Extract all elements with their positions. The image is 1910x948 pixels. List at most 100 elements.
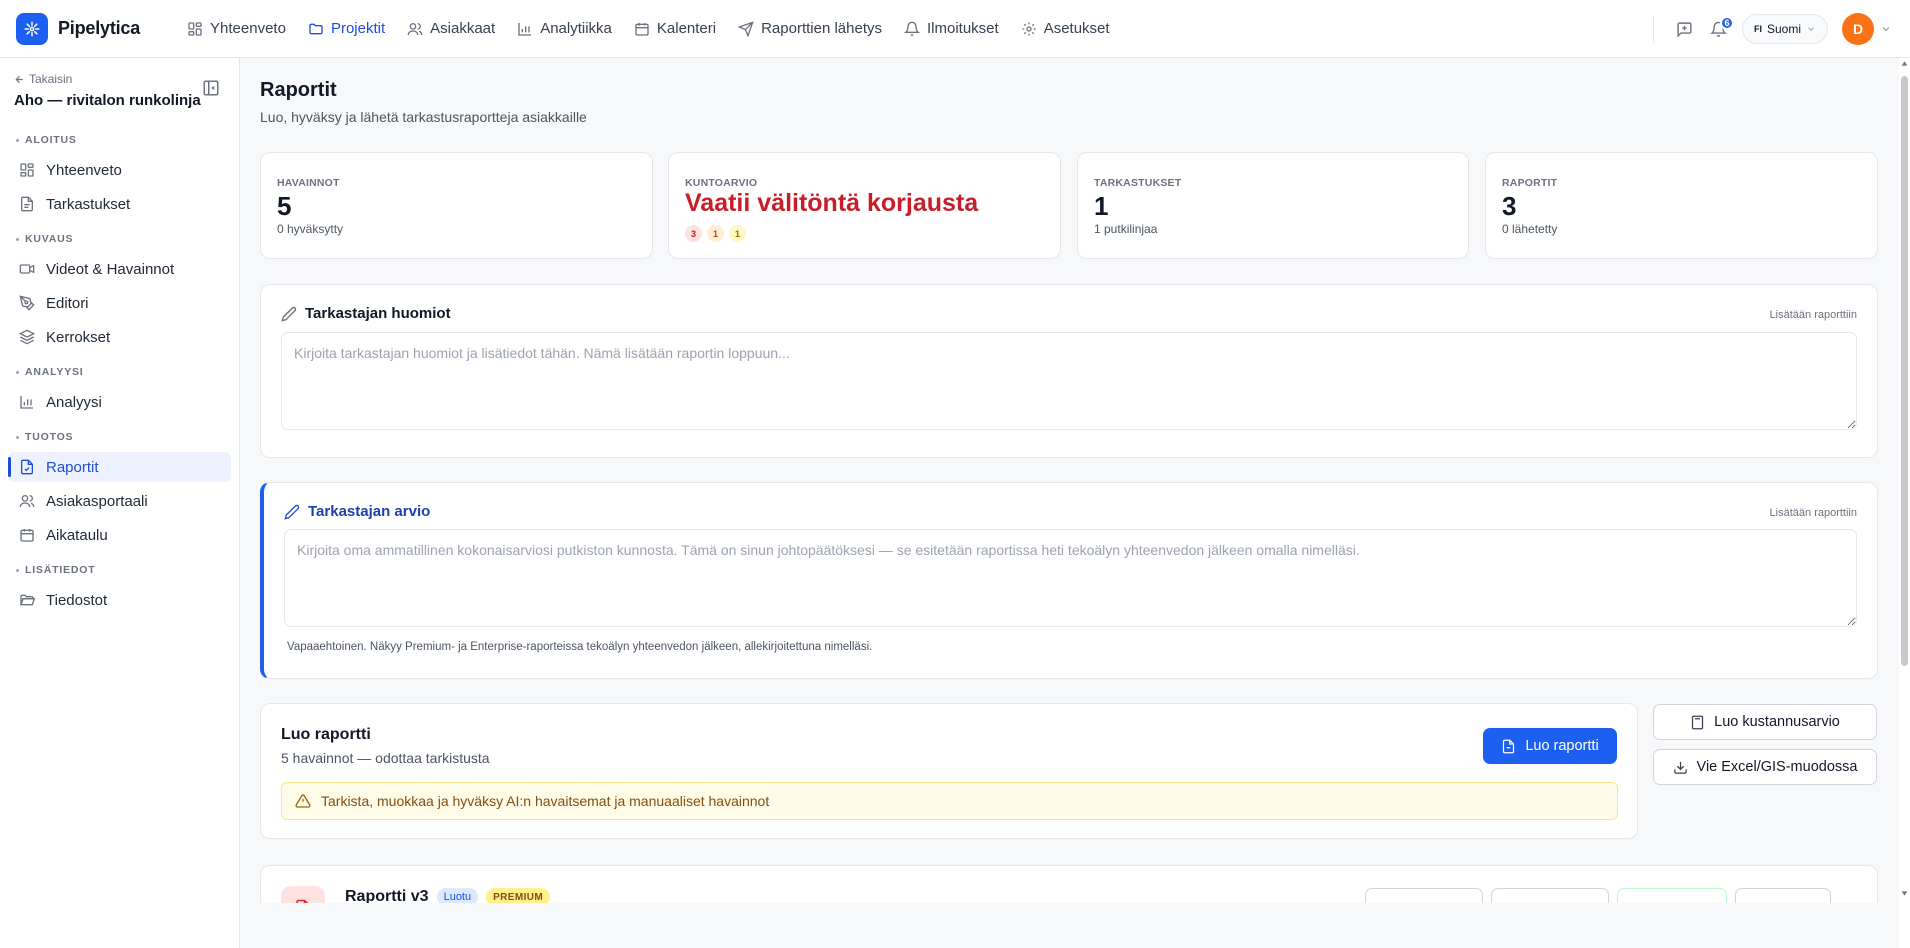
- cost-estimate-label: Luo kustannusarvio: [1714, 714, 1840, 730]
- create-report-status: 5 havainnot — odottaa tarkistusta: [281, 750, 490, 766]
- nav-item-projektit[interactable]: Projektit: [297, 0, 396, 58]
- inspector-notes-textarea[interactable]: [281, 332, 1857, 430]
- main-content: Raportit Luo, hyväksy ja lähetä tarkastu…: [241, 58, 1910, 948]
- stat-value: 3: [1502, 191, 1517, 221]
- sidebar-item-aikataulu[interactable]: Aikataulu: [8, 520, 231, 550]
- section-aloitus: ALOITUS: [16, 134, 77, 146]
- back-link[interactable]: Takaisin: [14, 72, 72, 86]
- feedback-button[interactable]: [1668, 12, 1702, 46]
- folder-open-icon: [20, 594, 35, 606]
- video-icon: [19, 264, 35, 274]
- stat-subtext: 0 hyväksytty: [277, 222, 344, 236]
- nav-item-ilmoitukset[interactable]: Ilmoitukset: [893, 0, 1010, 58]
- notes-hint: Lisätään raporttiin: [1769, 309, 1857, 321]
- sidebar-item-analyysi[interactable]: Analyysi: [8, 387, 231, 417]
- create-report-title: Luo raportti: [281, 726, 371, 743]
- scroll-up-icon[interactable]: [1901, 60, 1908, 67]
- sidebar-item-label: Aikataulu: [46, 526, 108, 544]
- calendar-icon: [635, 22, 649, 36]
- notifications-button[interactable]: 6: [1702, 12, 1736, 46]
- main-nav: Yhteenveto Projektit Asiakkaat Analytiik…: [176, 0, 1121, 58]
- nav-label: Asetukset: [1043, 20, 1110, 37]
- calculator-icon: [1692, 715, 1704, 729]
- nav-label: Ilmoitukset: [927, 20, 999, 37]
- calendar-icon: [20, 529, 34, 542]
- page-bottom-area: [241, 903, 1899, 948]
- sidebar-item-videot[interactable]: Videot & Havainnot: [8, 254, 231, 284]
- divider: [1652, 16, 1654, 42]
- assessment-hint: Lisätään raporttiin: [1769, 507, 1857, 519]
- bar-chart-icon: [518, 22, 532, 36]
- nav-label: Yhteenveto: [210, 20, 286, 37]
- create-cost-estimate-button[interactable]: Luo kustannusarvio: [1653, 704, 1877, 740]
- assessment-title: Tarkastajan arvio: [308, 503, 431, 520]
- stat-subtext: 1 putkilinjaa: [1094, 222, 1158, 236]
- section-kuvaus: KUVAUS: [16, 233, 73, 245]
- create-report-card: Luo raportti 5 havainnot — odottaa tarki…: [260, 703, 1638, 839]
- sidebar-item-editori[interactable]: Editori: [8, 288, 231, 318]
- stat-card-kuntoarvio: KUNTOARVIO Vaatii välitöntä korjausta 3 …: [668, 152, 1061, 259]
- review-warning: Tarkista, muokkaa ja hyväksy AI:n havait…: [281, 782, 1618, 820]
- gear-icon: [1022, 21, 1036, 36]
- export-excel-gis-button[interactable]: Vie Excel/GIS-muodossa: [1653, 749, 1877, 785]
- back-label: Takaisin: [29, 72, 73, 86]
- nav-item-yhteenveto[interactable]: Yhteenveto: [176, 0, 297, 58]
- stat-label: RAPORTIT: [1502, 177, 1558, 189]
- sidebar-item-raportit[interactable]: Raportit: [8, 452, 231, 482]
- download-icon: [1673, 761, 1687, 774]
- assessment-header: Tarkastajan arvio: [284, 503, 430, 520]
- sidebar-item-asiakasportaali[interactable]: Asiakasportaali: [8, 486, 231, 516]
- nav-label: Projektit: [330, 20, 386, 37]
- section-analyysi: ANALYYSI: [16, 366, 84, 378]
- nav-label: Analytiikka: [540, 20, 612, 37]
- nav-item-asetukset[interactable]: Asetukset: [1010, 0, 1121, 58]
- sidebar-item-label: Editori: [46, 294, 89, 312]
- chevron-down-icon: [1808, 27, 1814, 31]
- notes-header: Tarkastajan huomiot: [281, 305, 451, 322]
- document-icon: [21, 196, 33, 212]
- page-title: Raportit: [260, 79, 337, 101]
- report-icon: [1503, 739, 1515, 753]
- sidebar-item-tiedostot[interactable]: Tiedostot: [8, 585, 231, 615]
- report-icon: [21, 459, 33, 475]
- topbar-actions: 6 FI Suomi D: [1652, 0, 1892, 58]
- top-navigation-bar: Pipelytica Yhteenveto Projektit Asiakkaa…: [0, 0, 1910, 58]
- scrollbar-thumb[interactable]: [1901, 76, 1908, 666]
- stat-value: 5: [277, 191, 292, 221]
- sidebar-collapse-icon[interactable]: [202, 79, 220, 97]
- sidebar-item-label: Tiedostot: [46, 591, 108, 609]
- nav-item-kalenteri[interactable]: Kalenteri: [623, 0, 727, 58]
- export-label: Vie Excel/GIS-muodossa: [1696, 759, 1858, 775]
- chevron-down-icon[interactable]: [1880, 23, 1892, 35]
- nav-item-raporttien-lahetys[interactable]: Raporttien lähetys: [727, 0, 893, 58]
- condition-value: Vaatii välitöntä korjausta: [685, 189, 979, 217]
- users-icon: [407, 22, 423, 35]
- main-scrollbar[interactable]: [1899, 58, 1910, 948]
- notification-count-badge: 6: [1719, 16, 1734, 30]
- section-tuotos: TUOTOS: [16, 431, 73, 443]
- notes-title: Tarkastajan huomiot: [305, 305, 451, 322]
- nav-item-analytiikka[interactable]: Analytiikka: [506, 0, 623, 58]
- folder-icon: [309, 23, 323, 34]
- sidebar-item-kerrokset[interactable]: Kerrokset: [8, 322, 231, 352]
- inspector-assessment-textarea[interactable]: [284, 529, 1857, 627]
- sidebar-item-tarkastukset[interactable]: Tarkastukset: [8, 189, 231, 219]
- sidebar-item-label: Asiakasportaali: [46, 492, 148, 510]
- sidebar-item-label: Videot & Havainnot: [46, 260, 175, 278]
- user-avatar[interactable]: D: [1842, 13, 1874, 45]
- scroll-down-icon[interactable]: [1901, 890, 1908, 897]
- app-logo[interactable]: Pipelytica: [16, 12, 140, 45]
- stat-value: 1: [1094, 191, 1109, 221]
- assessment-help-text: Vapaaehtoinen. Näkyy Premium- ja Enterpr…: [287, 641, 873, 653]
- severity-counts: 3 1 1: [685, 225, 746, 242]
- project-name: Aho — rivitalon runkolinja: [14, 92, 201, 109]
- nav-label: Raporttien lähetys: [761, 20, 882, 37]
- bell-icon: [904, 21, 920, 36]
- inspector-notes-card: Tarkastajan huomiot Lisätään raporttiin: [260, 284, 1878, 458]
- nav-item-asiakkaat[interactable]: Asiakkaat: [396, 0, 506, 58]
- sidebar-item-yhteenveto[interactable]: Yhteenveto: [8, 155, 231, 185]
- language-selector[interactable]: FI Suomi: [1741, 14, 1828, 44]
- create-report-button[interactable]: Luo raportti: [1483, 728, 1617, 764]
- pencil-icon: [281, 306, 297, 322]
- sidebar-item-label: Kerrokset: [46, 328, 111, 346]
